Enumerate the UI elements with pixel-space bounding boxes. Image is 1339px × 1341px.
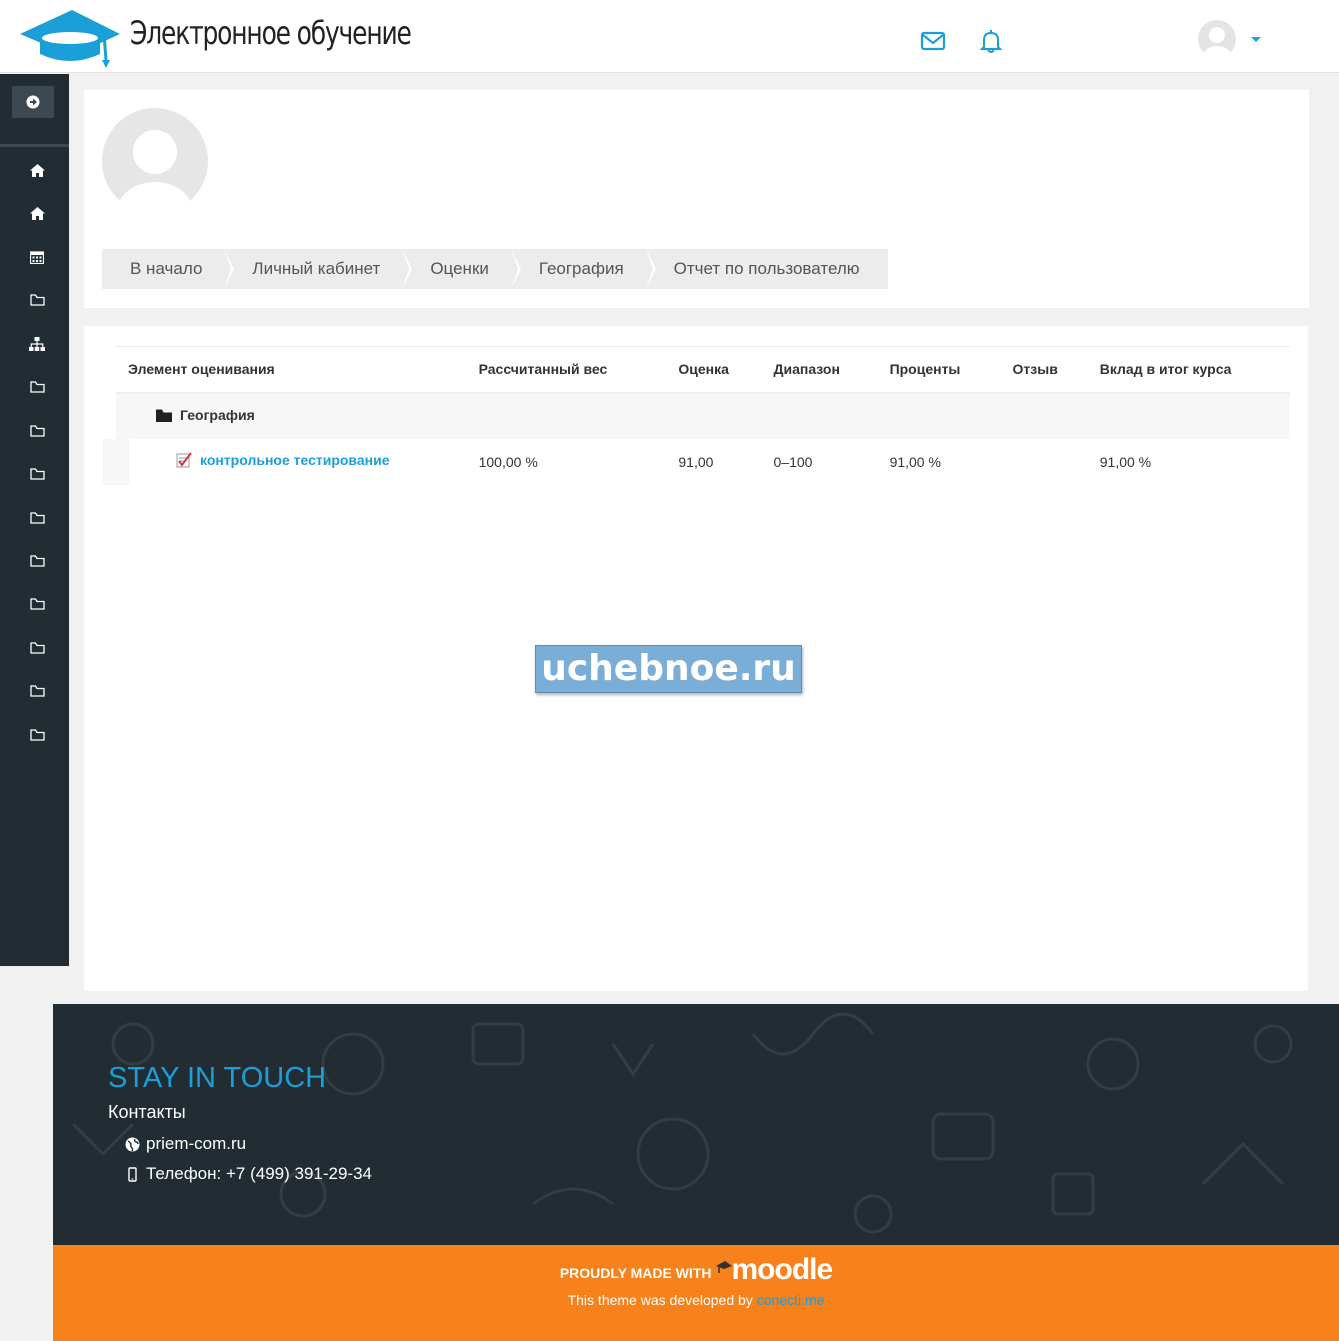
sidebar-item-sitemap[interactable]	[28, 335, 46, 353]
column-header[interactable]: Проценты	[877, 346, 1001, 394]
watermark-badge: uchebnoe.ru	[535, 645, 802, 693]
mail-icon[interactable]	[920, 28, 946, 54]
sidebar-item-folder-5[interactable]	[28, 509, 46, 527]
sidebar-item-folder-7[interactable]	[28, 595, 46, 613]
category-row: География	[116, 392, 1290, 439]
sidebar-item-home[interactable]	[28, 161, 46, 179]
sidebar-item-folder-9[interactable]	[28, 682, 46, 700]
made-with-moodle: PROUDLY MADE WITH moodle	[53, 1253, 1339, 1287]
breadcrumb-item-course[interactable]: География	[510, 249, 656, 289]
folder-icon	[29, 294, 45, 306]
bell-icon[interactable]	[978, 28, 1004, 54]
stay-in-touch-title: STAY IN TOUCH	[108, 1062, 327, 1094]
table-header-row: Элемент оценивания Рассчитанный вес Оцен…	[116, 346, 1290, 394]
user-avatar-large[interactable]	[102, 108, 208, 214]
column-header[interactable]: Рассчитанный вес	[466, 346, 667, 394]
made-with-label: PROUDLY MADE WITH	[559, 1265, 712, 1281]
folder-icon	[29, 729, 45, 741]
breadcrumb-item-grades[interactable]: Оценки	[402, 249, 521, 289]
sitemap-icon	[29, 337, 45, 351]
globe-icon	[125, 1137, 140, 1151]
folder-icon	[29, 642, 45, 654]
footer: STAY IN TOUCH Контакты priem-com.ru Теле…	[53, 1004, 1339, 1245]
contacts-heading: Контакты	[108, 1102, 186, 1122]
contact-phone[interactable]: Телефон: +7 (499) 391-29-34	[125, 1164, 372, 1184]
breadcrumb-item-dashboard[interactable]: Личный кабинет	[224, 249, 413, 289]
home-icon	[29, 163, 45, 177]
moodle-logo-text[interactable]: moodle	[732, 1253, 834, 1287]
sidebar-item-folder-10[interactable]	[28, 726, 46, 744]
mobile-phone-icon	[128, 1166, 137, 1182]
column-header[interactable]: Вклад в итог курса	[1087, 346, 1290, 394]
column-header[interactable]: Отзыв	[1000, 346, 1088, 394]
folder-filled-icon	[156, 409, 172, 422]
breadcrumb: В начало Личный кабинет Оценки География…	[102, 249, 888, 289]
folder-icon	[29, 512, 45, 524]
category-name: География	[180, 407, 255, 424]
feedback-cell	[1001, 439, 1088, 485]
footer-bottom-bar: PROUDLY MADE WITH moodle This theme was …	[53, 1245, 1339, 1341]
contribution-cell: 91,00 %	[1099, 453, 1152, 470]
sidebar-item-folder-8[interactable]	[28, 639, 46, 657]
grade-cell: 91,00	[678, 453, 714, 470]
phone-text[interactable]: Телефон: +7 (499) 391-29-34	[146, 1164, 372, 1184]
developed-by-text: This theme was developed by	[567, 1292, 753, 1308]
breadcrumb-item-home[interactable]: В начало	[102, 249, 235, 289]
sidebar-item-folder-3[interactable]	[28, 422, 46, 440]
home-icon	[29, 206, 45, 220]
grade-report-card: Элемент оценивания Рассчитанный вес Оцен…	[84, 326, 1308, 991]
graduation-cap-logo[interactable]	[16, 4, 120, 68]
page-header-card: В начало Личный кабинет Оценки География…	[84, 90, 1309, 308]
column-header[interactable]: Элемент оценивания	[116, 346, 467, 394]
percent-cell: 91,00 %	[889, 453, 941, 470]
sidebar-item-calendar[interactable]	[28, 248, 46, 266]
developer-link[interactable]: conecti.me	[757, 1292, 825, 1308]
sidebar-divider	[0, 144, 69, 147]
grade-table: Элемент оценивания Рассчитанный вес Оцен…	[102, 346, 1290, 485]
folder-icon	[29, 598, 45, 610]
folder-icon	[29, 555, 45, 567]
grade-item-link[interactable]: контрольное тестирование	[200, 452, 390, 468]
website-text[interactable]: priem-com.ru	[146, 1134, 246, 1154]
breadcrumb-label: Оценки	[430, 259, 489, 278]
calendar-icon	[30, 251, 44, 264]
site-title[interactable]: Электронное обучение	[130, 14, 412, 52]
folder-icon	[29, 381, 45, 393]
sidebar-item-folder-4[interactable]	[28, 465, 46, 483]
folder-icon	[29, 468, 45, 480]
sidebar-item-folder-2[interactable]	[28, 378, 46, 396]
folder-icon	[29, 685, 45, 697]
developed-by-line: This theme was developed by conecti.me	[53, 1292, 1339, 1308]
sidebar-item-folder-1[interactable]	[28, 291, 46, 309]
moodle-cap-icon	[715, 1261, 732, 1273]
quiz-icon	[176, 452, 192, 468]
breadcrumb-label: Отчет по пользователю	[673, 259, 860, 278]
breadcrumb-item-user-report[interactable]: Отчет по пользователю	[645, 249, 888, 289]
sidebar-item-home-2[interactable]	[28, 204, 46, 222]
column-header[interactable]: Диапазон	[761, 346, 878, 394]
sidebar-item-folder-6[interactable]	[28, 552, 46, 570]
doodle-pattern-background	[71, 1012, 1293, 1234]
table-row: контрольное тестирование 100,00 % 91,00 …	[102, 438, 1290, 485]
breadcrumb-label: Личный кабинет	[252, 259, 381, 278]
folder-icon	[29, 425, 45, 437]
arrow-circle-right-icon	[26, 95, 40, 109]
user-menu-caret-icon[interactable]	[1251, 37, 1261, 42]
top-header: Электронное обучение	[0, 0, 1339, 73]
weight-cell: 100,00 %	[478, 453, 538, 470]
sidebar-toggle-button[interactable]	[12, 86, 54, 118]
breadcrumb-label: В начало	[130, 259, 203, 278]
range-cell: 0–100	[773, 453, 813, 470]
sidebar	[0, 74, 69, 966]
user-avatar[interactable]	[1198, 20, 1236, 58]
contact-website[interactable]: priem-com.ru	[125, 1134, 246, 1154]
column-header[interactable]: Оценка	[666, 346, 762, 394]
breadcrumb-label: География	[538, 259, 624, 278]
